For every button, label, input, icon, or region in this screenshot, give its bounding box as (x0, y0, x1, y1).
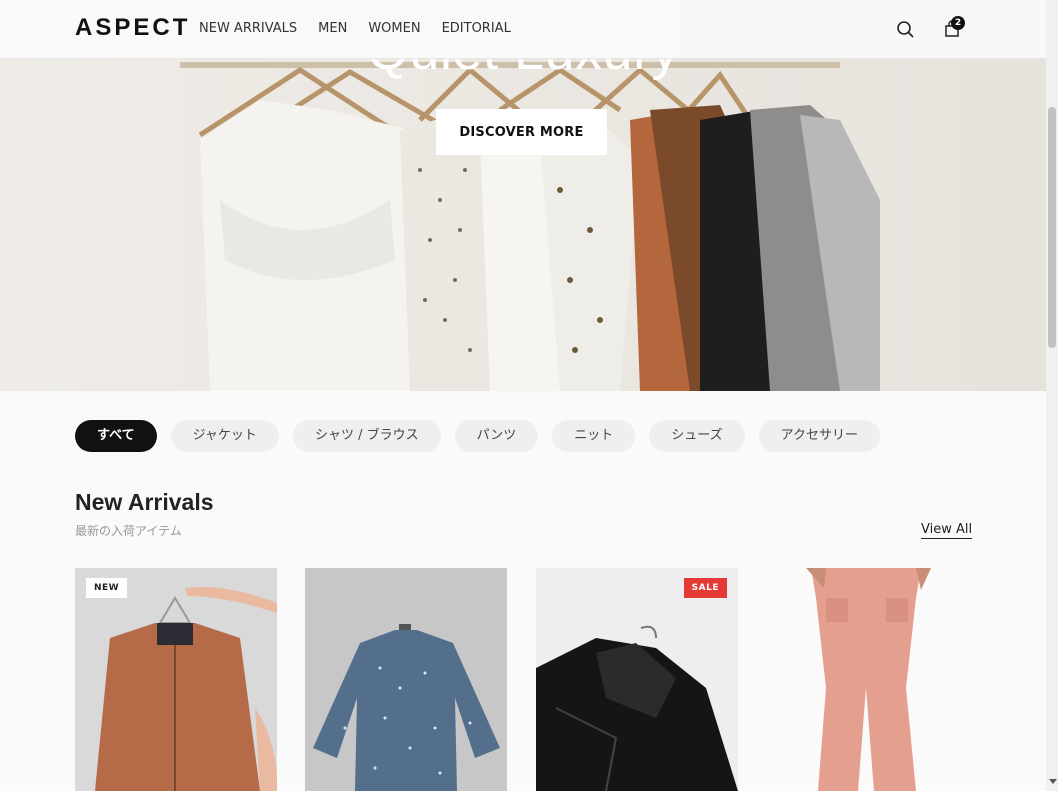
nav-women[interactable]: WOMEN (368, 21, 420, 36)
main-nav: NEW ARRIVALS MEN WOMEN EDITORIAL (199, 21, 532, 36)
product-badge: NEW (86, 578, 128, 598)
brand-logo[interactable]: ASPECT (75, 14, 190, 42)
chip-all[interactable]: すべて (75, 420, 157, 452)
chip-shirts-blouses[interactable]: シャツ / ブラウス (292, 420, 441, 452)
chip-pants[interactable]: パンツ (454, 420, 539, 452)
chip-jackets[interactable]: ジャケット (170, 420, 279, 452)
cart-count-badge: 2 (951, 16, 965, 30)
product-image-denim-shirt (305, 568, 507, 791)
site-header: ASPECT NEW ARRIVALS MEN WOMEN EDITORIAL … (0, 0, 1046, 59)
scroll-down-arrow-icon[interactable] (1049, 779, 1057, 784)
nav-editorial[interactable]: EDITORIAL (442, 21, 511, 36)
section-title: New Arrivals (75, 489, 214, 515)
section-subtitle: 最新の入荷アイテム (75, 524, 182, 538)
product-card[interactable]: NEW (75, 568, 277, 791)
scrollbar-thumb[interactable] (1048, 107, 1056, 348)
search-icon[interactable] (894, 18, 916, 40)
category-filter: すべて ジャケット シャツ / ブラウス パンツ ニット シューズ アクセサリー (75, 420, 894, 452)
discover-more-button[interactable]: DISCOVER MORE (436, 109, 607, 155)
chip-accessories[interactable]: アクセサリー (758, 420, 880, 452)
product-card[interactable]: SALE (536, 568, 738, 791)
view-all-link[interactable]: View All (921, 522, 973, 539)
product-badge: SALE (683, 578, 727, 598)
product-card[interactable] (766, 568, 968, 791)
nav-men[interactable]: MEN (318, 21, 347, 36)
chip-shoes[interactable]: シューズ (649, 420, 745, 452)
chip-knit[interactable]: ニット (552, 420, 636, 452)
product-image-bomber-jacket (75, 568, 277, 791)
product-image-leather-jacket (536, 568, 738, 791)
product-card[interactable] (305, 568, 507, 791)
nav-new-arrivals[interactable]: NEW ARRIVALS (199, 21, 297, 36)
product-image-jumpsuit (766, 568, 968, 791)
